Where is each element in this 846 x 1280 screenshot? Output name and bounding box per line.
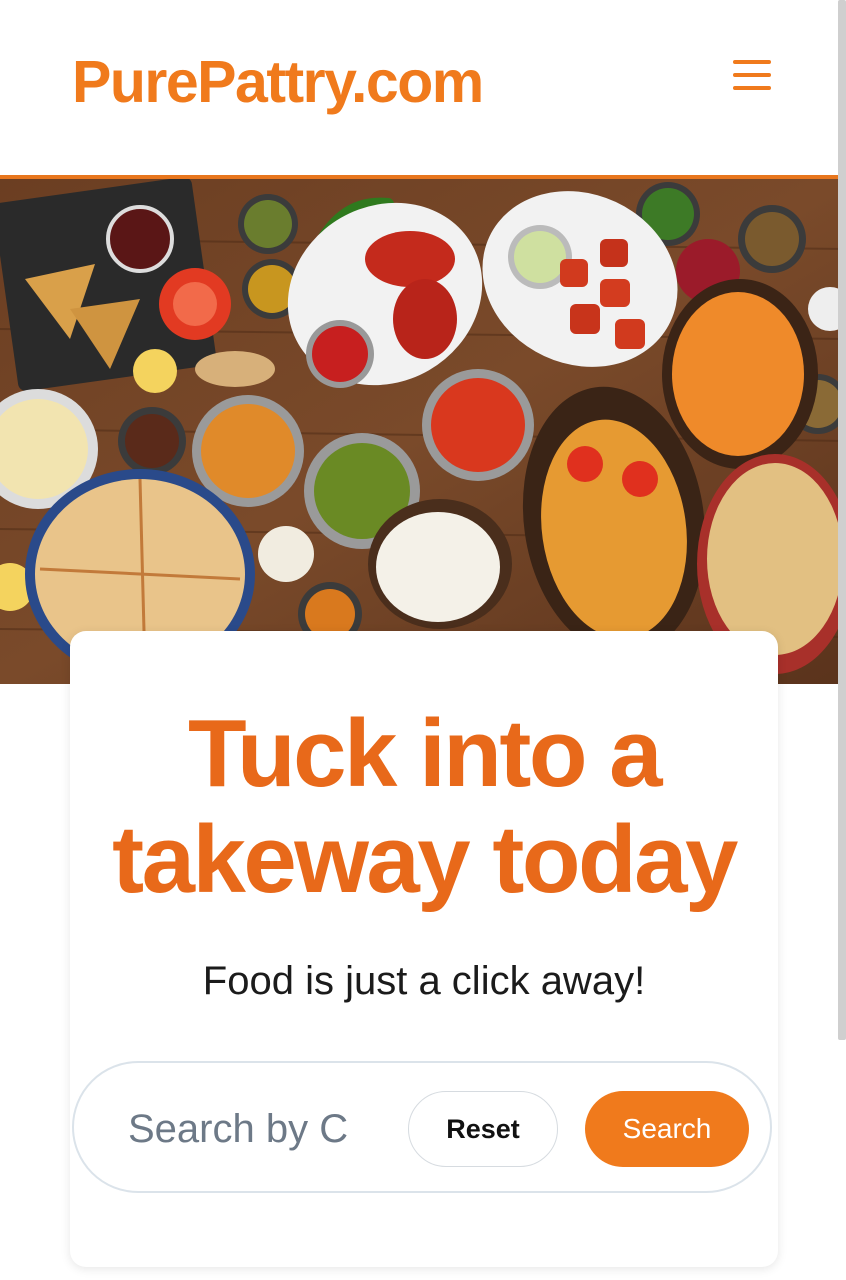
site-logo-text[interactable]: PurePattry.com — [72, 48, 484, 116]
menu-bar-top — [733, 60, 771, 64]
hero-subheadline: Food is just a click away! — [202, 959, 646, 1003]
hero-card: Tuck into a takeway today Food is just a… — [70, 631, 778, 1267]
search-input[interactable] — [126, 1101, 360, 1157]
hero-food-image — [0, 179, 846, 684]
menu-bar-bottom — [733, 86, 771, 90]
search-bar: Reset Search — [72, 1061, 772, 1193]
hero-headline: Tuck into a takeway today — [112, 700, 738, 913]
hamburger-menu-icon[interactable] — [730, 58, 774, 94]
site-header: PurePattry.com — [0, 0, 846, 175]
menu-bar-middle — [733, 73, 771, 77]
search-button[interactable]: Search — [585, 1091, 749, 1167]
page-scrollbar[interactable] — [838, 0, 846, 1040]
reset-button[interactable]: Reset — [408, 1091, 558, 1167]
